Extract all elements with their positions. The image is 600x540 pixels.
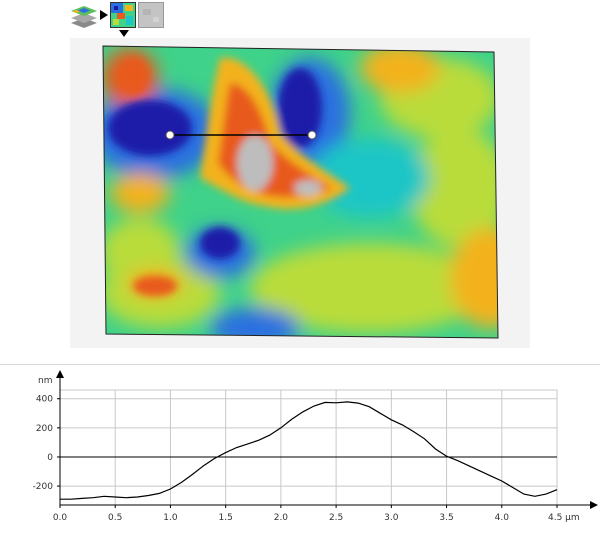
profile-end-handle[interactable]	[307, 130, 317, 140]
x-axis-arrow-icon	[590, 501, 598, 509]
x-tick-label: 1.0	[163, 513, 178, 523]
topography-map-panel	[70, 38, 530, 348]
x-tick-label: 2.0	[274, 513, 289, 523]
layers-stack-icon[interactable]	[70, 4, 98, 28]
x-tick-label: 1.5	[219, 513, 233, 523]
y-axis-unit-label: nm	[38, 376, 52, 386]
x-tick-label: 0.0	[53, 513, 68, 523]
panel-separator	[0, 364, 600, 365]
height-profile-chart[interactable]: nm -200 0 200 400 0.0 0.5 1.0 1.5 2.0 2.5 3.0 3.5 4…	[0, 370, 600, 540]
color-map-thumbnail[interactable]	[110, 2, 136, 28]
y-tick-label: -200	[33, 482, 54, 492]
x-tick-label: 3.0	[384, 513, 399, 523]
y-tick-label: 0	[47, 453, 53, 463]
x-tick-label: 3.5	[439, 513, 453, 523]
right-arrow-icon	[100, 10, 108, 20]
y-axis-arrow-icon	[56, 370, 64, 378]
profile-start-handle[interactable]	[165, 130, 175, 140]
y-tick-label: 200	[36, 424, 53, 434]
view-thumbnails	[70, 2, 170, 37]
x-tick-label: 0.5	[108, 513, 122, 523]
plot-area	[59, 389, 558, 506]
x-tick-label: 4.0	[495, 513, 510, 523]
y-tick-label: 400	[36, 395, 53, 405]
triangle-down-icon	[119, 30, 129, 37]
x-tick-label: 2.5	[329, 513, 343, 523]
topography-map[interactable]	[70, 38, 530, 348]
x-tick-label: 4.5 µm	[548, 513, 580, 523]
grayscale-thumbnail[interactable]	[138, 2, 164, 28]
